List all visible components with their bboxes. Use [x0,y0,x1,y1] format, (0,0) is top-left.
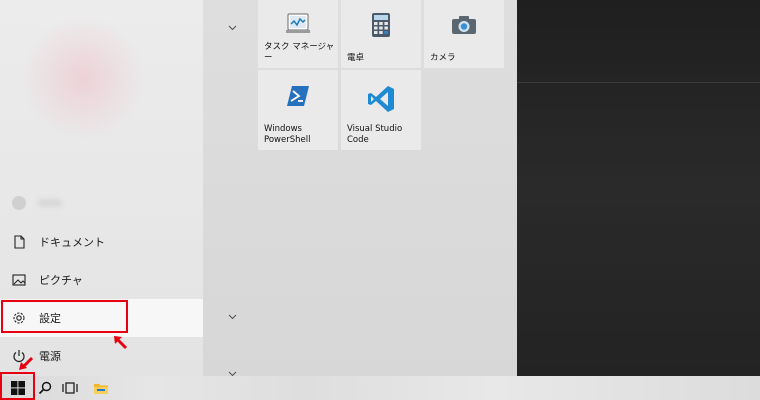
annotation-arrow-start [19,356,34,370]
start-button-highlight-box [0,372,35,400]
vscode-icon [368,86,394,112]
user-account-item[interactable] [0,184,203,222]
calculator-icon [372,13,390,37]
tile-calculator[interactable]: 電卓 [341,0,421,68]
camera-icon [452,16,476,34]
documents-item[interactable]: ドキュメント [0,223,203,261]
tile-label: Windows PowerShell [264,124,311,145]
tile-label: タスク マネージャー [264,42,335,63]
blurred-area [18,18,148,138]
task-manager-icon [286,13,310,33]
pictures-label: ピクチャ [39,274,83,287]
user-name [38,199,62,207]
pictures-item[interactable]: ピクチャ [0,261,203,299]
tile-label: Visual Studio Code [347,124,403,145]
search-icon [38,381,52,395]
tile-task-manager[interactable]: タスク マネージャー [258,0,338,68]
picture-icon [12,273,26,287]
tile-vscode[interactable]: Visual Studio Code [341,70,421,150]
desktop-background [517,0,760,376]
settings-highlight-box [1,300,128,333]
taskbar [0,376,760,400]
chevron-down-icon[interactable] [228,313,240,323]
document-icon [12,235,26,249]
taskbar-search-button[interactable] [34,376,56,400]
file-explorer-button[interactable] [90,376,112,400]
user-icon [12,196,26,210]
powershell-icon [287,86,309,106]
tile-camera[interactable]: カメラ [424,0,504,68]
annotation-arrow-settings [114,336,128,350]
divider [517,82,760,83]
documents-label: ドキュメント [39,236,105,249]
task-view-icon [62,382,78,394]
tile-label: カメラ [430,53,456,63]
tile-powershell[interactable]: Windows PowerShell [258,70,338,150]
tile-label: 電卓 [347,53,365,63]
task-view-button[interactable] [58,376,82,400]
power-label: 電源 [39,350,61,363]
chevron-down-icon[interactable] [228,24,240,34]
file-explorer-icon [94,384,108,394]
